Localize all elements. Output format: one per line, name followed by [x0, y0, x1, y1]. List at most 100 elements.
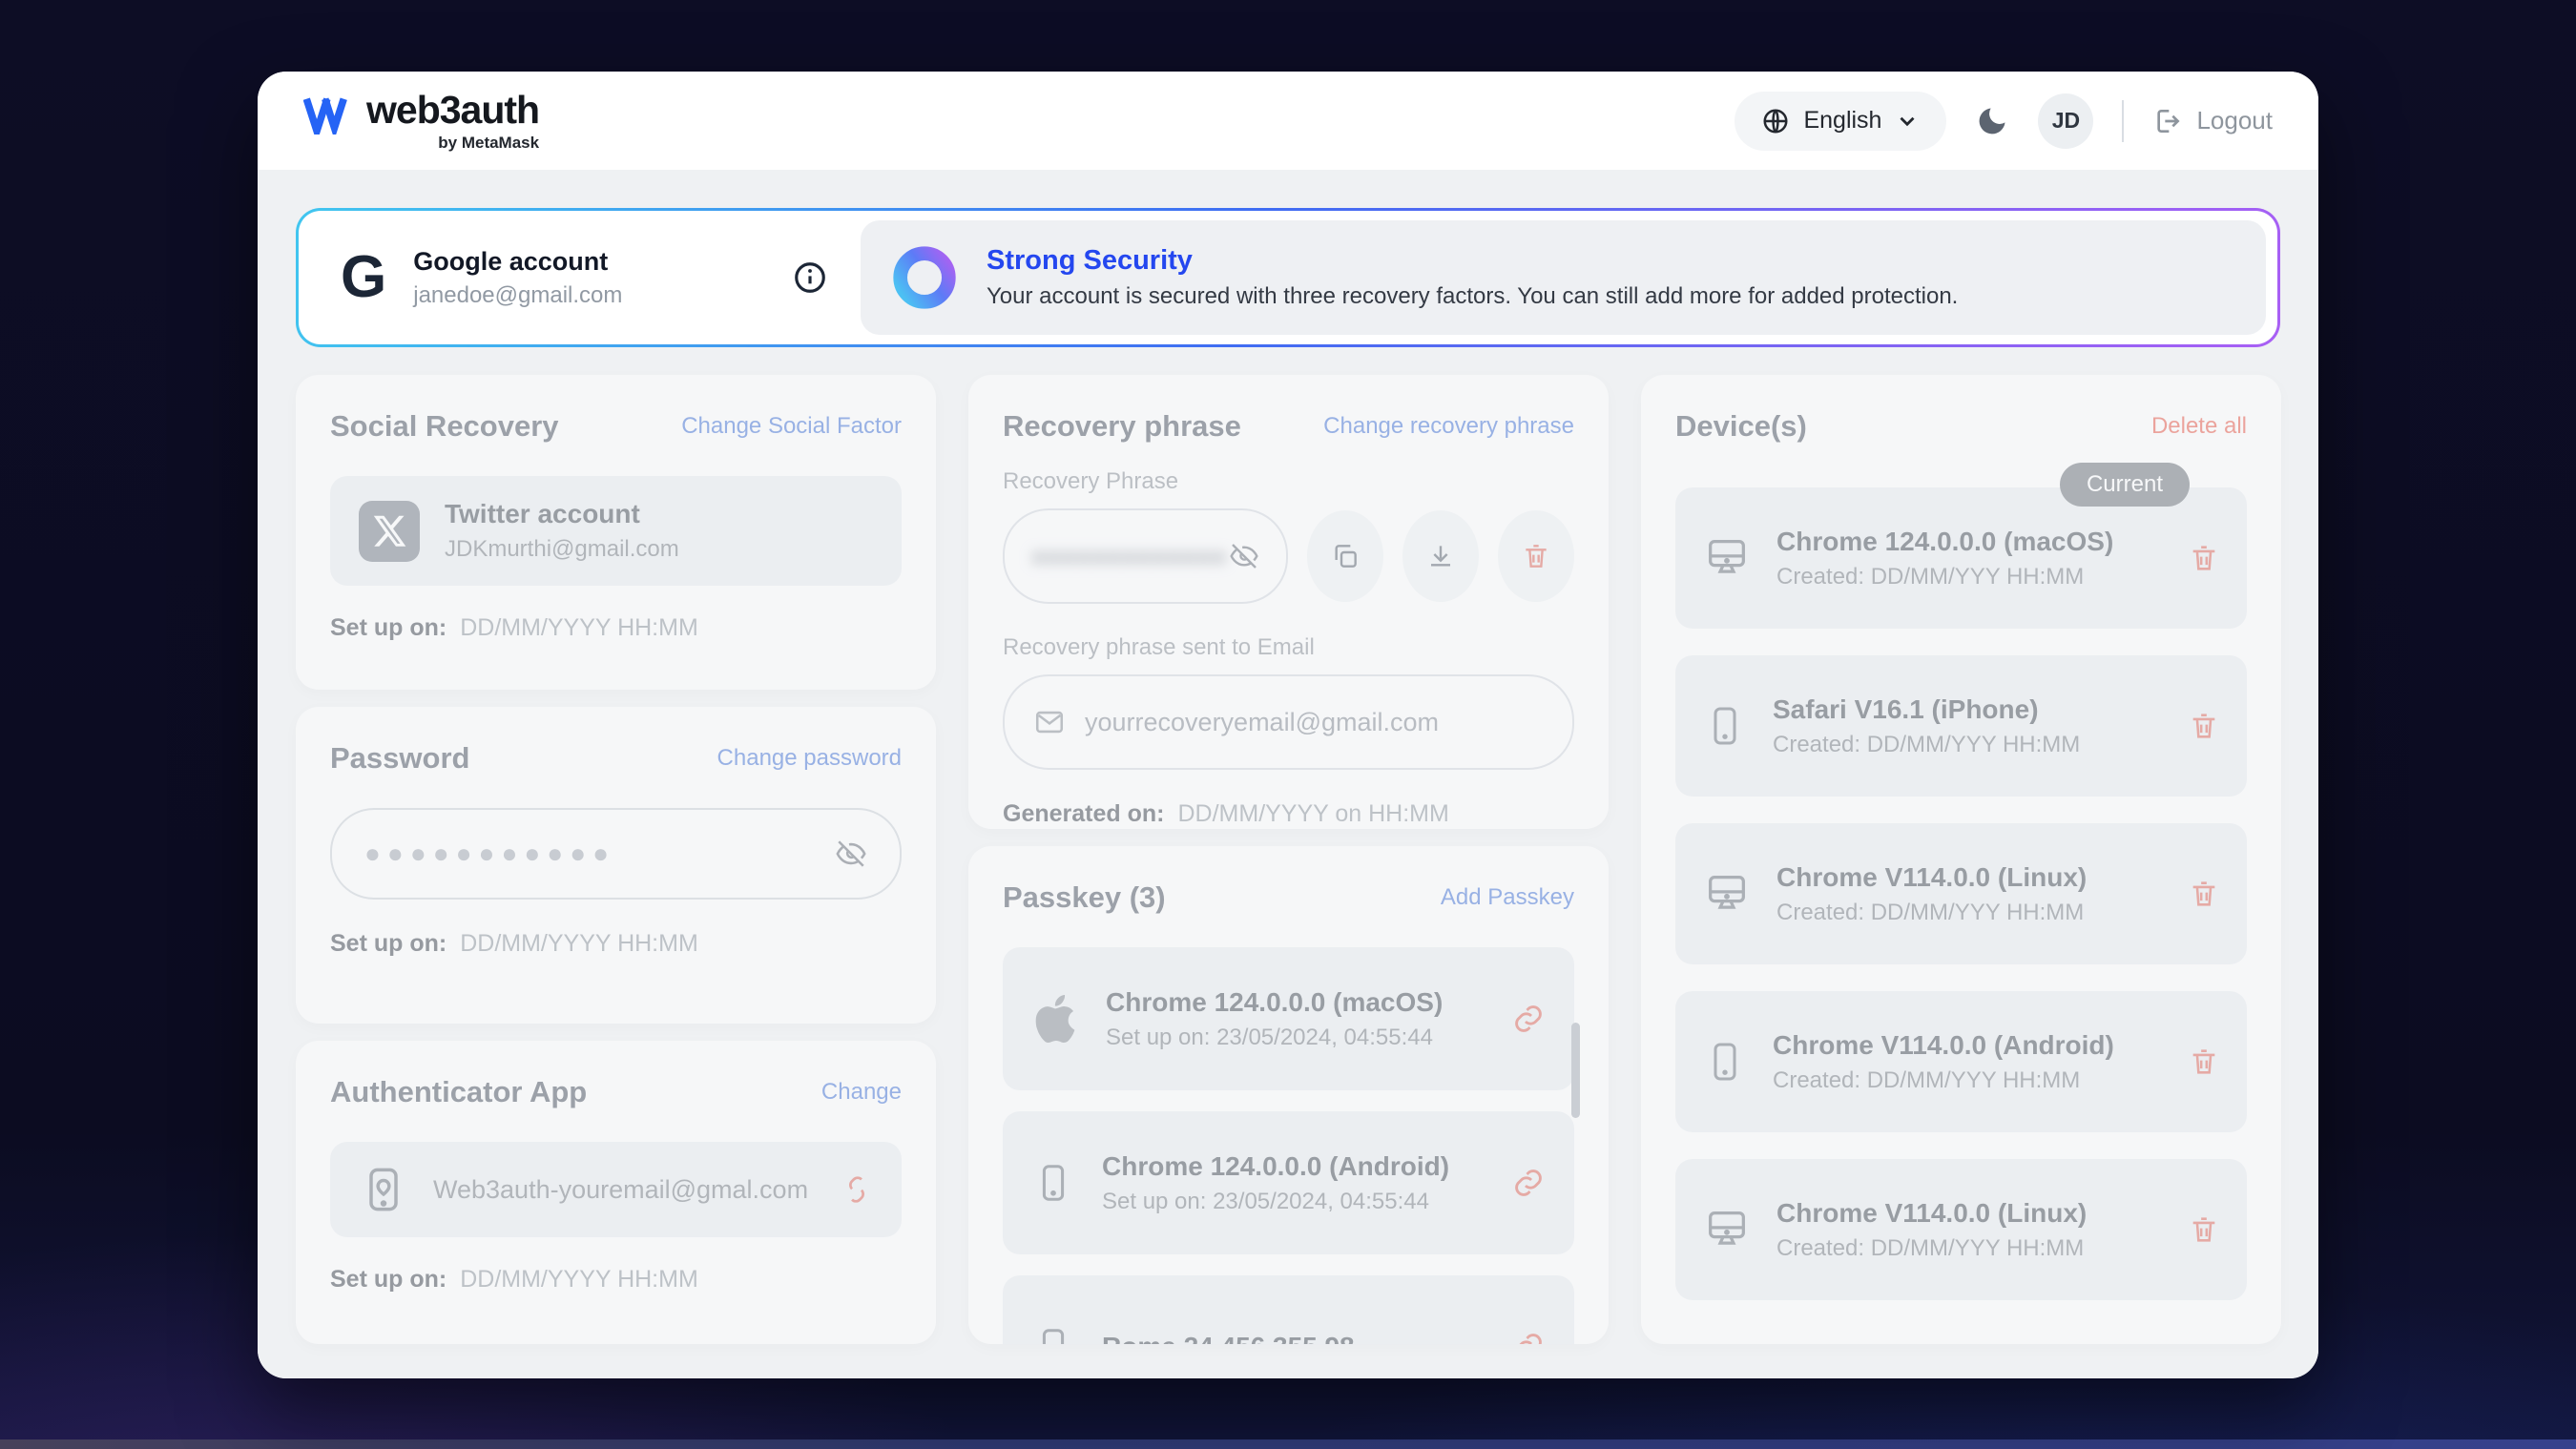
password-title: Password: [330, 741, 469, 776]
header: web3auth by MetaMask English JD: [258, 72, 2318, 170]
language-label: English: [1803, 107, 1881, 135]
passkey-name: Chrome 124.0.0.0 (macOS): [1106, 987, 1443, 1018]
chevron-down-icon: [1895, 109, 1920, 134]
page: { "header": { "brand": {"name": "web3aut…: [0, 0, 2576, 1449]
avatar[interactable]: JD: [2038, 93, 2093, 149]
authenticator-title: Authenticator App: [330, 1075, 587, 1109]
trash-icon[interactable]: [2188, 542, 2220, 574]
recovery-phrase-title: Recovery phrase: [1003, 409, 1241, 444]
background-glow: [0, 1439, 2576, 1449]
smartphone-icon: [1031, 1325, 1075, 1344]
desktop-icon: [1702, 533, 1752, 583]
device-name: Chrome V114.0.0 (Android): [1773, 1030, 2114, 1061]
add-passkey-link[interactable]: Add Passkey: [1441, 884, 1574, 911]
twitter-account-row: Twitter account JDKmurthi@gmail.com: [330, 476, 902, 586]
envelope-icon: [1033, 706, 1066, 738]
logout-icon: [2152, 106, 2183, 136]
unlink-icon[interactable]: [841, 1173, 873, 1206]
passkey-row: Chrome 124.0.0.0 (macOS) Set up on: 23/0…: [1003, 947, 1574, 1090]
logout-label: Logout: [2196, 106, 2273, 135]
dark-mode-toggle-moon-icon[interactable]: [1975, 104, 2009, 138]
account-email: janedoe@gmail.com: [413, 282, 622, 309]
change-social-factor-link[interactable]: Change Social Factor: [681, 413, 902, 440]
copy-phrase-button[interactable]: [1307, 510, 1383, 602]
trash-icon[interactable]: [2188, 878, 2220, 910]
authenticator-account: Web3auth-youremail@gmal.com: [433, 1175, 808, 1205]
delete-phrase-button[interactable]: [1498, 510, 1574, 602]
security-status-description: Your account is secured with three recov…: [987, 283, 1958, 310]
smartphone-icon: [1702, 703, 1748, 749]
passkey-name: Chrome 124.0.0.0 (Android): [1102, 1151, 1449, 1182]
download-phrase-button[interactable]: [1402, 510, 1479, 602]
brand-name: web3auth: [366, 91, 539, 130]
smartphone-icon: [1031, 1161, 1075, 1205]
download-icon: [1425, 541, 1456, 571]
devices-title: Device(s): [1675, 409, 1807, 444]
security-status-panel: Strong Security Your account is secured …: [861, 220, 2266, 335]
smartphone-icon: [1702, 1039, 1748, 1085]
password-card: Password Change password ●●●●●●●●●●● Set…: [296, 707, 936, 1024]
passkey-title: Passkey (3): [1003, 880, 1166, 915]
recovery-phrase-field[interactable]: ●●●●●●●●●●●●●●: [1003, 508, 1288, 604]
change-recovery-phrase-link[interactable]: Change recovery phrase: [1323, 413, 1574, 440]
social-recovery-title: Social Recovery: [330, 409, 559, 444]
copy-icon: [1330, 541, 1361, 571]
device-row: Safari V16.1 (iPhone) Created: DD/MM/YYY…: [1675, 655, 2247, 797]
eye-off-icon[interactable]: [835, 838, 867, 870]
device-meta: Created: DD/MM/YYY HH:MM: [1776, 1235, 2087, 1262]
passkey-name: Rome 24.456.355.98: [1102, 1332, 1355, 1344]
change-authenticator-link[interactable]: Change: [821, 1079, 902, 1106]
scrollbar-thumb[interactable]: [1571, 1023, 1580, 1118]
link-icon[interactable]: [1511, 1166, 1546, 1200]
device-list: Current Chrome 124.0.0.0 (macOS) Created…: [1675, 487, 2247, 1300]
passkey-meta: Set up on: 23/05/2024, 04:55:44: [1106, 1025, 1443, 1051]
device-name: Chrome V114.0.0 (Linux): [1776, 1198, 2087, 1229]
passkey-row: Chrome 124.0.0.0 (Android) Set up on: 23…: [1003, 1111, 1574, 1254]
recovery-email-field[interactable]: yourrecoveryemail@gmail.com: [1003, 674, 1574, 770]
recovery-phrase-masked: ●●●●●●●●●●●●●●: [1031, 542, 1229, 571]
desktop-icon: [1702, 1205, 1752, 1254]
google-icon: G: [341, 248, 386, 307]
header-divider: [2122, 100, 2124, 142]
passkey-meta: Set up on: 23/05/2024, 04:55:44: [1102, 1189, 1449, 1215]
account-provider: Google account: [413, 247, 622, 277]
device-row: Current Chrome 124.0.0.0 (macOS) Created…: [1675, 487, 2247, 629]
current-device-badge: Current: [2060, 463, 2190, 507]
info-icon[interactable]: [792, 259, 828, 296]
passkey-card: Passkey (3) Add Passkey Chrome 124.0.0.: [968, 846, 1609, 1344]
trash-icon[interactable]: [2188, 710, 2220, 742]
social-setup-date: Set up on: DD/MM/YYYY HH:MM: [330, 614, 902, 642]
web3auth-logo-icon: [303, 91, 353, 135]
devices-card: Device(s) Delete all Current: [1641, 375, 2281, 1344]
avatar-initials: JD: [2052, 108, 2080, 134]
authenticator-setup-date: Set up on: DD/MM/YYYY HH:MM: [330, 1266, 902, 1294]
trash-icon: [1521, 541, 1551, 571]
social-recovery-card: Social Recovery Change Social Factor Twi…: [296, 375, 936, 690]
header-actions: English JD Logout: [1735, 92, 2273, 151]
device-meta: Created: DD/MM/YYY HH:MM: [1776, 900, 2087, 926]
device-name: Safari V16.1 (iPhone): [1773, 694, 2080, 725]
recovery-email-value: yourrecoveryemail@gmail.com: [1085, 708, 1439, 737]
delete-all-link[interactable]: Delete all: [2151, 413, 2247, 440]
brand-logo: web3auth by MetaMask: [303, 91, 539, 151]
passkey-row: Rome 24.456.355.98: [1003, 1275, 1574, 1344]
device-row: Chrome V114.0.0 (Linux) Created: DD/MM/Y…: [1675, 823, 2247, 964]
logout-button[interactable]: Logout: [2152, 106, 2273, 136]
globe-icon: [1761, 107, 1790, 135]
change-password-link[interactable]: Change password: [717, 745, 902, 772]
device-row: Chrome V114.0.0 (Android) Created: DD/MM…: [1675, 991, 2247, 1132]
connected-account: G Google account janedoe@gmail.com: [299, 211, 861, 344]
trash-icon[interactable]: [2188, 1045, 2220, 1078]
language-selector[interactable]: English: [1735, 92, 1946, 151]
desktop-icon: [1702, 869, 1752, 919]
twitter-account-email: JDKmurthi@gmail.com: [445, 536, 679, 563]
security-ring-icon: [887, 240, 962, 315]
trash-icon[interactable]: [2188, 1213, 2220, 1246]
link-icon[interactable]: [1511, 1002, 1546, 1036]
account-security-banner: G Google account janedoe@gmail.com: [296, 208, 2280, 347]
link-icon[interactable]: [1511, 1330, 1546, 1344]
security-status-title: Strong Security: [987, 245, 1958, 277]
password-field[interactable]: ●●●●●●●●●●●: [330, 808, 902, 900]
eye-off-icon[interactable]: [1229, 541, 1259, 571]
recovery-phrase-label: Recovery Phrase: [1003, 468, 1574, 495]
